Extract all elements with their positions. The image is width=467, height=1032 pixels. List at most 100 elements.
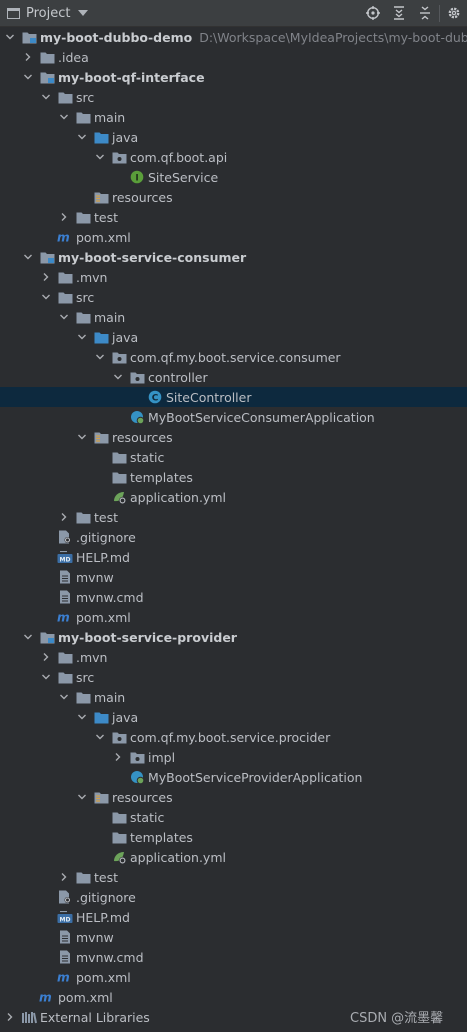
tree-row[interactable]: I SiteService [0,167,467,187]
package-icon [111,349,127,365]
chevron-down-icon[interactable] [111,367,125,387]
tree-row[interactable]: .idea [0,47,467,67]
view-dropdown-caret-icon[interactable] [78,10,89,16]
tree-row[interactable]: impl [0,747,467,767]
tree-row[interactable]: src [0,87,467,107]
tree-row[interactable]: MyBootServiceProviderApplication [0,767,467,787]
chevron-down-icon[interactable] [57,687,71,707]
tree-row[interactable]: main [0,687,467,707]
chevron-right-icon[interactable] [39,267,53,287]
chevron-down-icon[interactable] [75,707,89,727]
tree-item-label: MyBootServiceProviderApplication [148,769,363,785]
tree-row[interactable]: com.qf.my.boot.service.procider [0,727,467,747]
tree-row[interactable]: .gitignore [0,527,467,547]
tree-row[interactable]: java [0,127,467,147]
locate-icon[interactable] [360,0,386,27]
chevron-down-icon[interactable] [21,627,35,647]
chevron-down-icon[interactable] [93,347,107,367]
tree-row[interactable]: src [0,287,467,307]
chevron-down-icon[interactable] [75,127,89,147]
tree-item-label: templates [130,469,193,485]
tree-row[interactable]: mvnw [0,927,467,947]
chevron-down-icon[interactable] [39,287,53,307]
tree-item-label: test [94,209,119,225]
chevron-down-icon[interactable] [3,27,17,47]
tree-row[interactable]: controller [0,367,467,387]
chevron-right-icon[interactable] [39,647,53,667]
tree-row[interactable]: m pom.xml [0,967,467,987]
tree-row[interactable]: .mvn [0,647,467,667]
chevron-down-icon[interactable] [39,667,53,687]
tree-row[interactable]: mvnw [0,567,467,587]
tree-row-selected[interactable]: C SiteController [0,387,467,407]
tree-row[interactable]: test [0,867,467,887]
tree-row[interactable]: application.yml [0,487,467,507]
chevron-down-icon[interactable] [75,427,89,447]
tree-row[interactable]: mvnw.cmd [0,587,467,607]
source-folder-icon [93,329,109,345]
chevron-right-icon[interactable] [57,867,71,887]
chevron-down-icon[interactable] [21,247,35,267]
chevron-right-icon[interactable] [57,207,71,227]
tree-row[interactable]: resources [0,787,467,807]
tree-row[interactable]: templates [0,467,467,487]
tree-row[interactable]: static [0,447,467,467]
tree-item-label: External Libraries [40,1009,150,1025]
chevron-down-icon[interactable] [39,87,53,107]
tree-row[interactable]: m pom.xml [0,227,467,247]
tree-row[interactable]: m pom.xml [0,607,467,627]
folder-icon [75,509,91,525]
tree-item-label: mvnw [76,569,114,585]
tree-row[interactable]: main [0,107,467,127]
tree-row[interactable]: .gitignore [0,887,467,907]
chevron-right-icon[interactable] [57,507,71,527]
package-icon [111,729,127,745]
chevron-right-icon[interactable] [3,1007,17,1027]
tree-row[interactable]: java [0,327,467,347]
tree-item-label: pom.xml [76,969,131,985]
tree-item-label: .mvn [76,269,108,285]
tree-row[interactable]: application.yml [0,847,467,867]
svg-text:I: I [135,173,138,183]
chevron-down-icon[interactable] [57,107,71,127]
chevron-right-icon[interactable] [111,747,125,767]
tree-row[interactable]: my-boot-dubbo-demo D:\Workspace\MyIdeaPro… [0,27,467,47]
tree-row[interactable]: mvnw.cmd [0,947,467,967]
tree-row[interactable]: main [0,307,467,327]
expand-all-icon[interactable] [386,0,412,27]
tree-row[interactable]: static [0,807,467,827]
tree-item-label: resources [112,189,173,205]
tree-row[interactable]: test [0,507,467,527]
tree-row[interactable]: java [0,707,467,727]
tree-row[interactable]: .mvn [0,267,467,287]
chevron-down-icon[interactable] [93,147,107,167]
tree-row[interactable]: my-boot-qf-interface [0,67,467,87]
chevron-down-icon[interactable] [21,67,35,87]
tree-row[interactable]: com.qf.my.boot.service.consumer [0,347,467,367]
chevron-right-icon[interactable] [21,47,35,67]
tree-row[interactable]: com.qf.boot.api [0,147,467,167]
settings-gear-icon[interactable] [441,0,467,27]
tree-row[interactable]: src [0,667,467,687]
tree-item-label: application.yml [130,849,226,865]
chevron-down-icon[interactable] [75,787,89,807]
tree-row[interactable]: test [0,207,467,227]
tree-row[interactable]: resources [0,187,467,207]
project-view-title[interactable]: Project [26,6,70,21]
tree-row[interactable]: my-boot-service-provider [0,627,467,647]
chevron-down-icon[interactable] [93,727,107,747]
tree-row[interactable]: my-boot-service-consumer [0,247,467,267]
project-tool-window-header: Project [0,0,467,27]
collapse-all-icon[interactable] [412,0,438,27]
tree-row[interactable]: resources [0,427,467,447]
tree-row[interactable]: templates [0,827,467,847]
module-folder-icon [39,249,55,265]
source-folder-icon [93,129,109,145]
tree-row[interactable]: MD HELP.md [0,547,467,567]
chevron-down-icon[interactable] [75,327,89,347]
tree-row[interactable]: MyBootServiceConsumerApplication [0,407,467,427]
chevron-down-icon[interactable] [57,307,71,327]
tree-item-label: HELP.md [76,909,130,925]
tree-row[interactable]: m pom.xml [0,987,467,1007]
tree-row[interactable]: MD HELP.md [0,907,467,927]
